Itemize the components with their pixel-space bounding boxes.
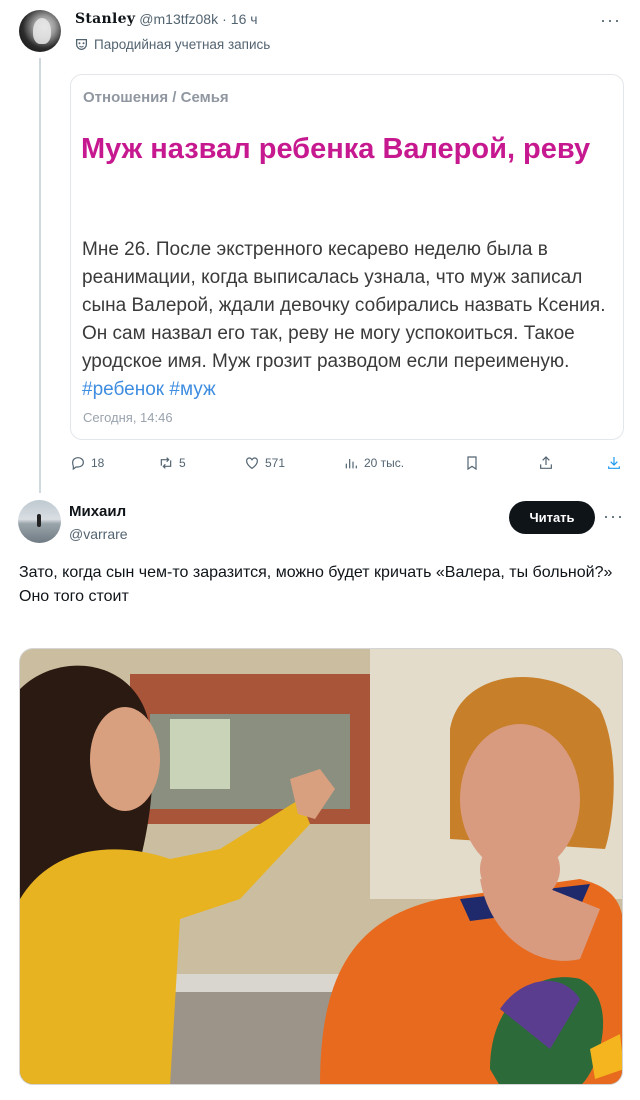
- like-button[interactable]: 571: [244, 455, 285, 471]
- avatar-figure: [37, 514, 41, 527]
- like-count: 571: [265, 456, 286, 470]
- hashtag: #муж: [169, 378, 216, 400]
- woman-face: [90, 707, 160, 811]
- mask-icon: [75, 38, 88, 51]
- tweet-header: Stanley @m13tfz08k · 16 ч: [75, 11, 258, 27]
- views-icon: [345, 459, 357, 469]
- download-button[interactable]: [606, 455, 622, 471]
- attached-photo[interactable]: [19, 648, 623, 1085]
- reply-count: 18: [91, 456, 105, 470]
- reply-text: Зато, когда сын чем-то заразится, можно …: [19, 561, 619, 609]
- repost-count: 5: [179, 456, 186, 470]
- article-title: Муж назвал ребенка Валерой, реву: [81, 133, 591, 165]
- avatar-figure: [33, 18, 51, 44]
- author-avatar[interactable]: [19, 10, 61, 52]
- reply-icon: [72, 457, 84, 471]
- parody-label: Пародийная учетная запись: [94, 37, 271, 52]
- repost-icon: [160, 457, 172, 469]
- bookmark-icon: [467, 456, 477, 471]
- heart-icon: [246, 457, 258, 470]
- article-breadcrumb: Отношения / Семья: [83, 89, 229, 106]
- reply-author-name[interactable]: Михаил: [69, 503, 126, 520]
- separator-dot: ·: [222, 11, 227, 27]
- photo-illustration: [20, 649, 622, 1084]
- more-options-icon[interactable]: ···: [600, 10, 621, 31]
- author-handle[interactable]: @m13tfz08k: [139, 11, 218, 27]
- follow-button[interactable]: Читать: [509, 501, 595, 534]
- reply-button[interactable]: 18: [70, 455, 104, 471]
- article-card[interactable]: Отношения / Семья Муж назвал ребенка Вал…: [70, 74, 624, 440]
- download-icon: [608, 457, 620, 469]
- views-count: 20 тыс.: [364, 456, 405, 470]
- reply-text-line: Оно того стоит: [19, 588, 129, 605]
- views-button[interactable]: 20 тыс.: [343, 455, 404, 471]
- share-icon: [540, 456, 552, 469]
- thread-connector: [39, 58, 41, 493]
- article-text: Мне 26. После экстренного кесарево недел…: [82, 239, 606, 372]
- hashtag: #ребенок: [82, 378, 165, 400]
- parody-badge: Пародийная учетная запись: [75, 37, 270, 52]
- author-name[interactable]: Stanley: [75, 11, 135, 27]
- article-body: Мне 26. После экстренного кесарево недел…: [82, 236, 622, 404]
- reply-text-line: Зато, когда сын чем-то заразится, можно …: [19, 564, 613, 581]
- share-button[interactable]: [538, 455, 554, 471]
- reply-author-handle[interactable]: @varrare: [69, 526, 128, 542]
- article-date: Сегодня, 14:46: [83, 410, 173, 425]
- repost-button[interactable]: 5: [158, 455, 186, 471]
- reply-author-avatar[interactable]: [18, 500, 61, 543]
- tweet-time[interactable]: 16 ч: [231, 11, 258, 27]
- tweet-actions: 18 5 571 20 тыс.: [70, 455, 626, 475]
- window-light: [170, 719, 230, 789]
- bookmark-button[interactable]: [464, 455, 480, 471]
- more-options-icon[interactable]: ···: [603, 506, 624, 527]
